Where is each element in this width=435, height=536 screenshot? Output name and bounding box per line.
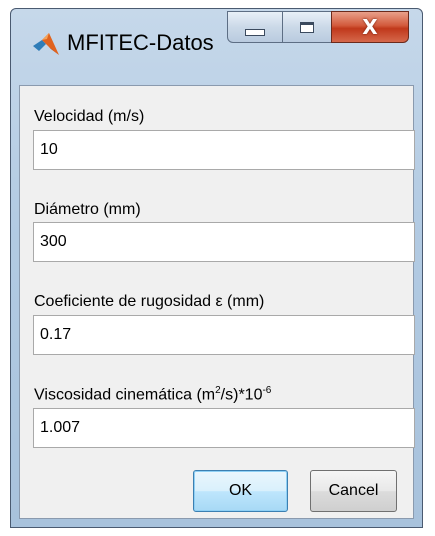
roughness-label: Coeficiente de rugosidad ε (mm) [34,293,265,310]
viscosity-label-exponent-6: -6 [262,385,272,396]
window-title: MFITEC-Datos [67,30,214,55]
roughness-input[interactable] [33,315,415,355]
minimize-button[interactable] [227,11,283,43]
diameter-input[interactable] [33,222,415,262]
viscosity-label-text: Viscosidad cinemática (m [34,386,216,404]
viscosity-input[interactable] [33,408,415,448]
cancel-button[interactable]: Cancel [310,470,397,512]
dialog-window: MFITEC-Datos X [10,8,423,528]
velocity-input[interactable] [33,130,415,170]
velocity-label: Velocidad (m/s) [34,108,145,125]
viscosity-label: Viscosidad cinemática (m2/s)*10-6 [34,385,271,404]
close-icon: X [362,15,378,39]
title-bar[interactable]: MFITEC-Datos X [11,9,422,65]
matlab-icon [33,33,59,55]
viscosity-label-text-2: /s)*10 [220,386,263,404]
diameter-label: Diámetro (mm) [34,201,141,218]
maximize-button[interactable] [282,11,332,43]
maximize-icon [300,21,314,33]
minimize-icon [245,28,265,36]
close-button[interactable]: X [331,11,409,43]
ok-button[interactable]: OK [193,470,288,512]
